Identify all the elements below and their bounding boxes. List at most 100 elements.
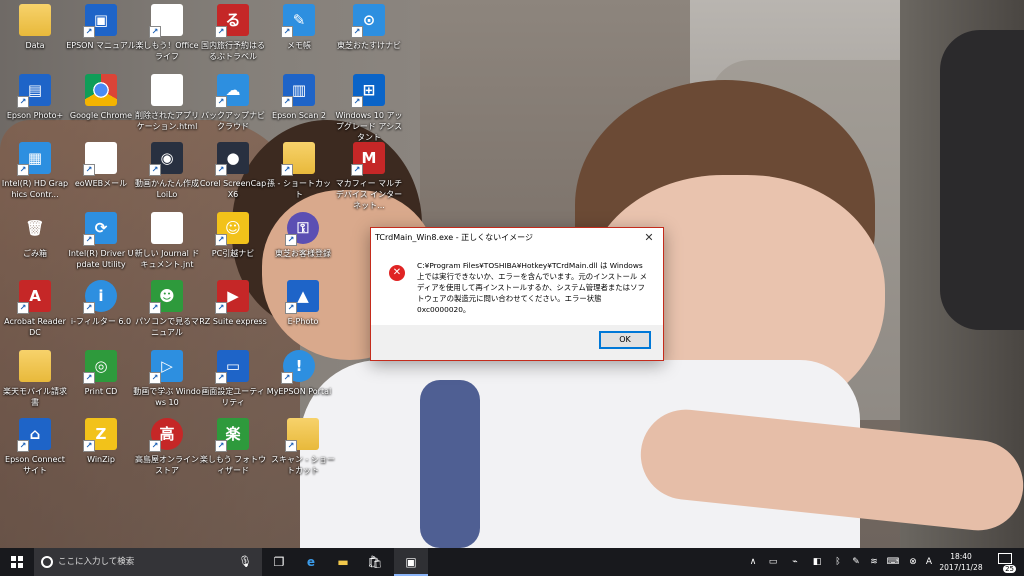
desktop-icon-toshiba-help[interactable]: ⊙ 東芝おたすけナビ [334,4,404,51]
desktop-icon-loilo[interactable]: ◉ 動画かんたん作成 LoiLo [132,142,202,200]
backup-navi-icon: ☁ [215,74,249,108]
desktop-icon-rurubu[interactable]: る 国内旅行予約はるるぶトラベル [198,4,268,62]
acrobat-icon: A [17,280,51,314]
desktop-icon-epson-manual[interactable]: ▣ EPSON マニュアル [66,4,136,51]
winzip-icon: Z [83,418,117,452]
show-hidden-icons-button[interactable]: ∧ [746,548,760,576]
recycle-bin-icon: 🗑 [25,219,45,237]
ok-button[interactable]: OK [599,331,651,349]
desktop-icon-myepson[interactable]: ! MyEPSON Portal [264,350,334,397]
rurubu-travel-icon: る [215,4,249,38]
pc-move-navi-icon: ☺ [215,212,249,246]
e-photo-icon: ▲ [285,280,319,314]
chevron-up-icon: ∧ [749,557,757,567]
desktop-icon-notepad[interactable]: ✎ メモ帳 [264,4,334,51]
desktop-icon-e-photo[interactable]: ▲ E-Photo [268,280,338,327]
tray-icon-1[interactable]: ▭ [764,548,782,576]
taskbar-search-box[interactable]: ここに入力して検索 🎙 [34,548,262,576]
scan-shortcut-icon [285,418,319,452]
tray-icon-2[interactable]: ⌁ [786,548,804,576]
notification-count: 25 [1003,565,1016,573]
toshiba-register-icon: ⚿ [285,212,319,246]
keyboard-tray-button[interactable]: ⌨ [884,548,902,576]
epson-scan-icon: ▥ [281,74,315,108]
desktop-icon-screencap[interactable]: ● Corel ScreenCap X6 [198,142,268,200]
epson-manual-icon: ▣ [83,4,117,38]
desktop-icon-eoweb-mail[interactable]: ✉ eoWEBメール [66,142,136,189]
desktop-icon-i-filter[interactable]: i i-フィルター 6.0 [66,280,136,327]
desktop-icon-grandchild-shortcut[interactable]: 孫 - ショートカット [264,142,334,200]
desktop-icon-rakuten-bills[interactable]: 楽天モバイル請求書 [0,350,70,408]
desktop-icon-epson-scan[interactable]: ▥ Epson Scan 2 [264,74,334,121]
store-icon: 🛍 [367,555,383,569]
task-view-icon: ❐ [273,555,285,569]
desktop-icon-photo-wizard[interactable]: 楽 楽しもう フォトウィザード [198,418,268,476]
rz-suite-icon: ▶ [215,280,249,314]
desktop-icon-screen-settings[interactable]: ▭ 画面設定ユーティリティ [198,350,268,408]
search-placeholder: ここに入力して検索 [58,557,135,567]
action-center-button[interactable]: 25 [992,551,1018,573]
desktop-icon-deleted-apps-html[interactable]: e 削除されたアプリケーション.html [132,74,202,132]
taskbar-store[interactable]: 🛍 [360,548,390,576]
tray-app-icon: ◧ [812,557,822,567]
intel-driver-icon: ⟳ [83,212,117,246]
desktop-icon-backup-navi[interactable]: ☁ バックアップナビ クラウド [198,74,268,132]
takashimaya-icon: 高 [149,418,183,452]
desktop-icon-acrobat[interactable]: A Acrobat Reader DC [0,280,70,338]
edge-icon: e [306,555,316,569]
desktop-icon-pc-manual[interactable]: ☻ パソコンで見るマニュアル [132,280,202,338]
photo-wizard-icon: 楽 [215,418,249,452]
screen-settings-icon: ▭ [215,350,249,384]
desktop-icon-data[interactable]: Data [0,4,70,51]
folder-icon [19,4,51,36]
bluetooth-icon: ᛒ [835,557,841,567]
desktop-icon-pc-move-navi[interactable]: ☺ PC引越ナビ [198,212,268,259]
wifi-icon: ≋ [870,557,878,567]
volume-muted-icon: ⊗ [909,557,917,567]
taskbar-edge[interactable]: e [296,548,326,576]
mcafee-icon: M [351,142,385,176]
windows-logo-icon [11,556,23,568]
desktop-icon-toshiba-register[interactable]: ⚿ 東芝お客様登録 [268,212,338,259]
volume-tray-button[interactable]: ⊗ [906,548,920,576]
desktop-icon-epson-connect[interactable]: ⌂ Epson Connect サイト [0,418,70,476]
desktop-icon-print-cd[interactable]: ◎ Print CD [66,350,136,397]
desktop-icon-intel-graphics[interactable]: ▦ Intel(R) HD Graphics Contr... [0,142,70,200]
taskbar-active-app[interactable]: ▣ [394,548,428,576]
intel-graphics-icon: ▦ [17,142,51,176]
desktop-icon-mcafee[interactable]: M マカフィー マルチデバイス インターネット... [334,142,404,211]
eoweb-mail-icon: ✉ [83,142,117,176]
dialog-titlebar[interactable]: TCrdMain_Win8.exe - 正しくないイメージ ✕ [371,228,663,248]
desktop-icon-office-life[interactable]: 楽 楽しもう！Office ライフ [132,4,202,62]
usb-icon: ⌁ [792,557,798,567]
desktop-icon-win10-video[interactable]: ▷ 動画で学ぶ Windows 10 [132,350,202,408]
bluetooth-tray-button[interactable]: ᛒ [830,548,846,576]
pen-tray-button[interactable]: ✎ [848,548,864,576]
ime-tray-button[interactable]: A [922,548,936,576]
loilo-icon: ◉ [149,142,183,176]
task-view-button[interactable]: ❐ [264,548,294,576]
tray-icon-3[interactable]: ◧ [808,548,826,576]
toshiba-help-icon: ⊙ [351,4,385,38]
microphone-icon[interactable]: 🎙 [238,548,252,576]
network-tray-button[interactable]: ≋ [866,548,882,576]
desktop-icon-epson-photo[interactable]: ▤ Epson Photo+ [0,74,70,121]
desktop-icon-takashimaya[interactable]: 高 高島屋オンラインストア [132,418,202,476]
desktop-icon-win10-upgrade[interactable]: ⊞ Windows 10 アップグレード アシスタント [334,74,404,143]
desktop-icon-scan-shortcut[interactable]: スキャン - ショートカット [268,418,338,476]
notification-icon [998,553,1012,564]
desktop-icon-winzip[interactable]: Z WinZip [66,418,136,465]
desktop-icon-chrome[interactable]: Google Chrome [66,74,136,121]
start-button[interactable] [0,548,34,576]
desktop-icon-journal-doc[interactable]: 新しい Journal ドキュメント.jnt [132,212,202,270]
desktop-icon-recycle-bin[interactable]: 🗑 ごみ箱 [0,212,70,259]
close-button[interactable]: ✕ [635,228,663,248]
taskbar-clock[interactable]: 18:40 2017/11/28 [936,551,986,573]
dialog-title: TCrdMain_Win8.exe - 正しくないイメージ [375,233,533,242]
app-window-icon: ▣ [405,555,417,569]
error-dialog: TCrdMain_Win8.exe - 正しくないイメージ ✕ ✕ C:¥Pro… [370,227,664,361]
desktop-icon-intel-driver[interactable]: ⟳ Intel(R) Driver Update Utility [66,212,136,270]
taskbar-file-explorer[interactable]: ▬ [328,548,358,576]
desktop-icon-rz-suite[interactable]: ▶ RZ Suite express [198,280,268,327]
file-explorer-icon: ▬ [337,555,349,569]
